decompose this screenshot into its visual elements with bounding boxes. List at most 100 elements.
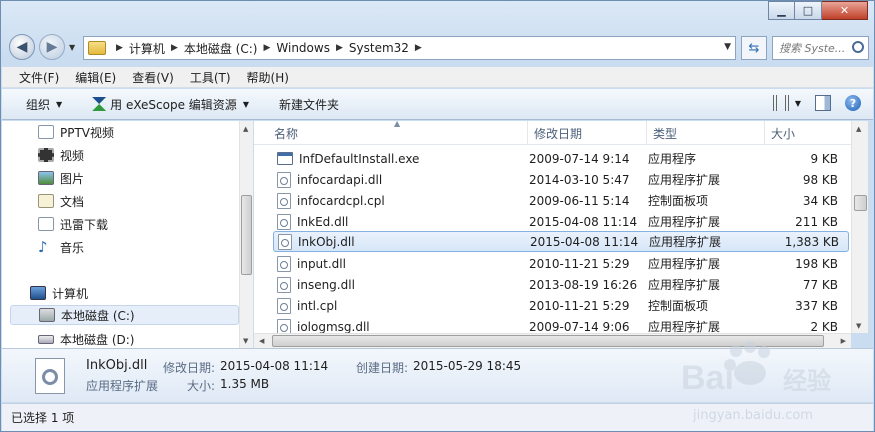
chevron-down-icon: ▼ (242, 99, 249, 109)
open-with-exescope-button[interactable]: 用 eXeScope 编辑资源 ▼ (92, 96, 249, 113)
view-options-icon[interactable] (772, 95, 789, 111)
file-row[interactable]: intl.cpl 2010-11-21 5:29 控制面板项 337 KB (273, 295, 849, 316)
details-file-type: 应用程序扩展 (86, 379, 159, 393)
scroll-down-icon[interactable]: ▼ (243, 337, 248, 345)
pptv-icon (38, 125, 54, 139)
details-size-value: 1.35 MB (220, 377, 270, 391)
details-size-label: 大小: (187, 379, 216, 393)
scroll-down-icon[interactable]: ▼ (856, 322, 861, 330)
status-bar: 已选择 1 项 (2, 403, 873, 431)
scroll-left-icon[interactable]: ◀ (259, 337, 264, 345)
search-placeholder: 搜索 Syste... (779, 42, 846, 55)
file-list-vertical-scrollbar[interactable]: ▲ ▼ (851, 121, 868, 333)
file-row-selected[interactable]: InkObj.dll 2015-04-08 11:14 应用程序扩展 1,383… (273, 231, 849, 252)
minimize-button[interactable]: ▁ (768, 1, 795, 20)
menu-help[interactable]: 帮助(H) (247, 69, 289, 86)
forward-button[interactable]: ▶ (39, 34, 65, 60)
forward-arrow-icon: ▶ (46, 39, 58, 55)
nav-item-documents[interactable]: 文档 (38, 191, 84, 211)
new-folder-button[interactable]: 新建文件夹 (279, 96, 339, 113)
toolbar-right: ▼ ? (759, 95, 861, 111)
details-modified-label: 修改日期: (163, 361, 216, 375)
scroll-up-icon[interactable]: ▲ (856, 125, 861, 133)
column-headers: ▲ 名称 修改日期 类型 大小 (254, 121, 851, 145)
dll-file-large-icon (35, 358, 65, 394)
dll-file-icon (277, 255, 291, 272)
column-header-date[interactable]: 修改日期 (528, 121, 647, 145)
details-file-name: InkObj.dll (86, 358, 148, 373)
details-modified-value: 2015-04-08 11:14 (220, 359, 329, 373)
back-button[interactable]: ◀ (9, 34, 35, 60)
help-icon[interactable]: ? (845, 95, 861, 111)
menu-bar: 文件(F) 编辑(E) 查看(V) 工具(T) 帮助(H) (2, 67, 873, 88)
column-header-name[interactable]: ▲ 名称 (254, 121, 528, 145)
nav-item-video[interactable]: 视频 (38, 145, 84, 165)
file-row[interactable]: InfDefaultInstall.exe 2009-07-14 9:14 应用… (273, 148, 849, 169)
status-text: 已选择 1 项 (11, 411, 75, 425)
file-row[interactable]: infocardapi.dll 2014-03-10 5:47 应用程序扩展 9… (273, 169, 849, 190)
menu-tools[interactable]: 工具(T) (190, 69, 231, 86)
preview-pane-icon[interactable] (815, 95, 831, 111)
refresh-icon: ⇆ (748, 40, 760, 56)
scroll-up-icon[interactable]: ▲ (243, 125, 248, 133)
file-row[interactable]: input.dll 2010-11-21 5:29 应用程序扩展 198 KB (273, 253, 849, 274)
navigation-scroll-thumb[interactable] (241, 195, 252, 275)
nav-item-c-drive[interactable]: 本地磁盘 (C:) (10, 305, 239, 325)
command-bar: 组织 ▼ 用 eXeScope 编辑资源 ▼ 新建文件夹 ▼ ? (2, 89, 873, 120)
file-list-horizontal-scrollbar[interactable]: ◀ ▶ (254, 333, 851, 348)
file-row[interactable]: InkEd.dll 2015-04-08 11:14 应用程序扩展 211 KB (273, 211, 849, 232)
search-icon (852, 41, 864, 53)
scroll-right-icon[interactable]: ▶ (841, 337, 846, 345)
organize-button[interactable]: 组织 ▼ (26, 96, 62, 113)
nav-item-pptv[interactable]: PPTV视频 (38, 122, 114, 142)
nav-item-thunder[interactable]: 迅雷下载 (38, 214, 108, 234)
cpl-file-icon (277, 297, 291, 314)
folder-icon (88, 41, 106, 55)
address-dropdown-icon[interactable]: ▼ (724, 42, 731, 52)
dll-file-icon (277, 276, 291, 293)
nav-item-music[interactable]: ♪ 音乐 (38, 237, 84, 257)
nav-item-pictures[interactable]: 图片 (38, 168, 84, 188)
search-input[interactable]: 搜索 Syste... (772, 36, 869, 60)
open-with-label: 用 eXeScope 编辑资源 (110, 97, 237, 112)
menu-edit[interactable]: 编辑(E) (75, 69, 116, 86)
close-button[interactable]: ✕ (822, 1, 868, 20)
menu-file[interactable]: 文件(F) (19, 69, 59, 86)
file-row[interactable]: iologmsg.dll 2009-07-14 9:06 应用程序扩展 2 KB (273, 316, 849, 333)
column-header-size[interactable]: 大小 (765, 121, 851, 145)
details-created-label: 创建日期: (356, 361, 409, 375)
refresh-button[interactable]: ⇆ (741, 36, 767, 60)
breadcrumb-windows[interactable]: Windows (276, 41, 330, 55)
menu-view[interactable]: 查看(V) (132, 69, 174, 86)
dll-file-icon (278, 233, 292, 250)
breadcrumb-c-drive[interactable]: 本地磁盘 (C:) (184, 40, 258, 57)
details-pane: InkObj.dll 应用程序扩展 修改日期: 2015-04-08 11:14… (2, 348, 873, 402)
caption-buttons: ▁ □ ✕ (768, 1, 868, 20)
video-library-icon (38, 148, 54, 162)
explorer-window: ▁ □ ✕ ◀ ▶ ▼ ▶ 计算机 ▶ 本地磁盘 (C:) ▶ Windows … (0, 0, 875, 432)
pictures-library-icon (38, 171, 54, 185)
horizontal-scroll-thumb[interactable] (272, 335, 824, 347)
address-row: ◀ ▶ ▼ ▶ 计算机 ▶ 本地磁盘 (C:) ▶ Windows ▶ Syst… (9, 32, 869, 62)
nav-item-computer[interactable]: 计算机 (30, 283, 88, 303)
column-header-type[interactable]: 类型 (647, 121, 765, 145)
view-dropdown-icon[interactable]: ▼ (795, 99, 801, 108)
sort-ascending-icon: ▲ (394, 121, 401, 128)
computer-icon (30, 286, 46, 300)
dll-file-icon (277, 171, 291, 188)
breadcrumb-system32[interactable]: System32 (349, 41, 409, 55)
file-row[interactable]: inseng.dll 2013-08-19 16:26 应用程序扩展 77 KB (273, 274, 849, 295)
recent-pages-dropdown[interactable]: ▼ (69, 43, 75, 52)
breadcrumb: ▶ 计算机 ▶ 本地磁盘 (C:) ▶ Windows ▶ System32 ▶ (116, 40, 422, 57)
drive-d-icon (38, 334, 54, 344)
gear-icon (42, 369, 58, 385)
address-bar[interactable]: ▶ 计算机 ▶ 本地磁盘 (C:) ▶ Windows ▶ System32 ▶… (83, 36, 736, 60)
file-list-scroll-thumb[interactable] (854, 195, 867, 211)
cpl-file-icon (277, 192, 291, 209)
new-folder-label: 新建文件夹 (278, 97, 339, 112)
navigation-scrollbar[interactable]: ▲ ▼ (239, 121, 253, 348)
maximize-button[interactable]: □ (795, 1, 822, 20)
file-row[interactable]: infocardcpl.cpl 2009-06-11 5:14 控制面板项 34… (273, 190, 849, 211)
nav-item-d-drive[interactable]: 本地磁盘 (D:) (38, 329, 134, 348)
breadcrumb-computer[interactable]: 计算机 (129, 40, 165, 57)
